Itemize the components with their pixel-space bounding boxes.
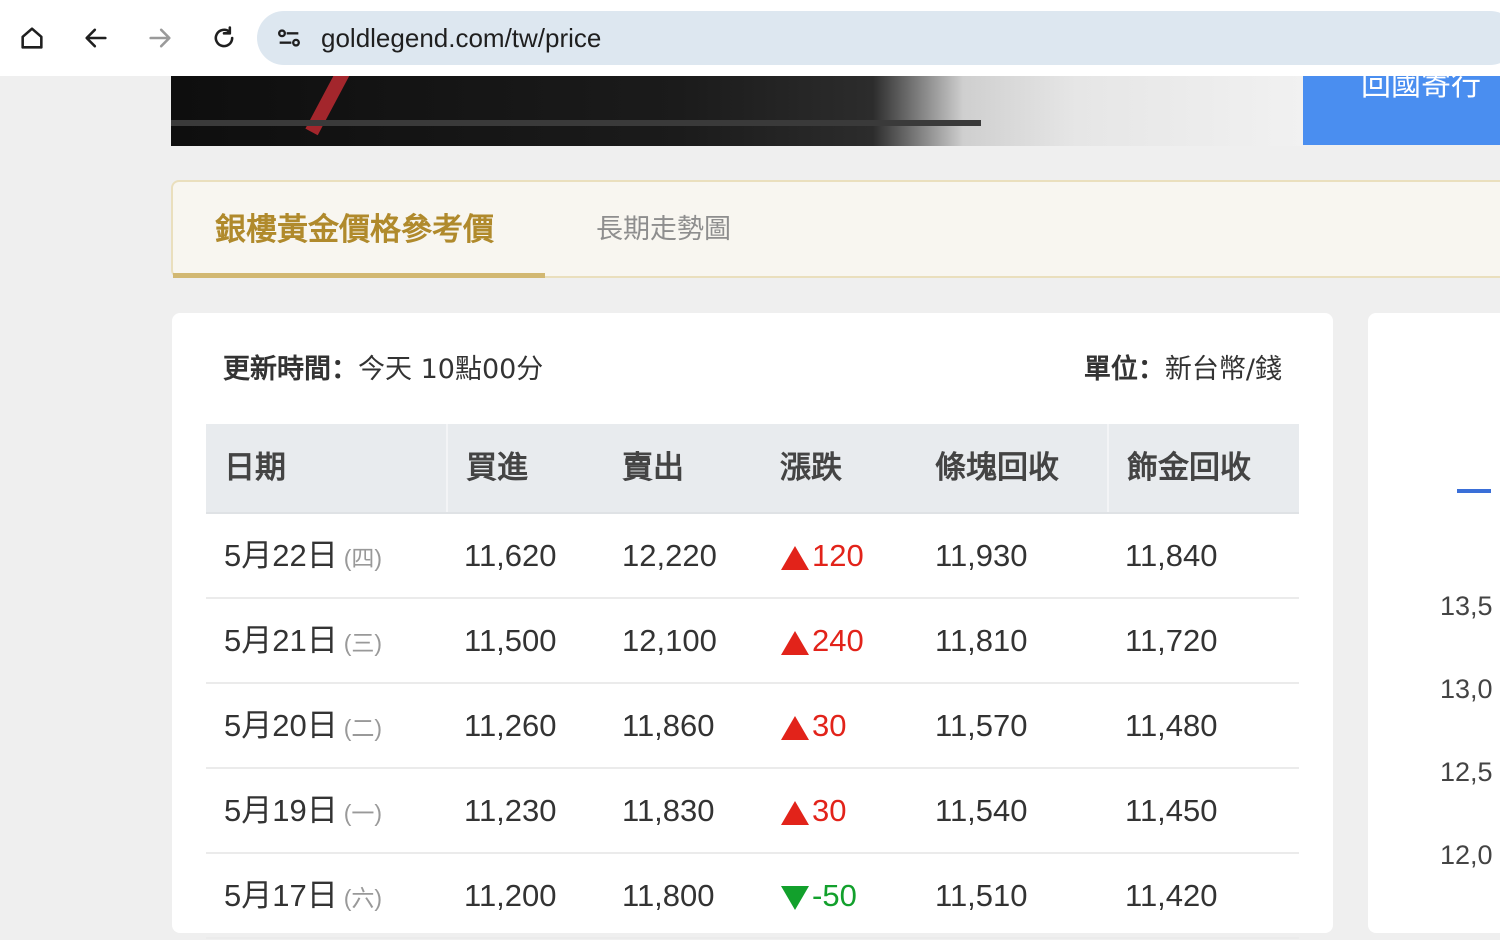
cell-jewelry: 11,450 <box>1125 793 1218 828</box>
change-value: 30 <box>812 708 847 743</box>
weekday-text: (一) <box>343 800 383 826</box>
cell-sell: 11,860 <box>622 708 715 743</box>
legend-line <box>1457 489 1491 493</box>
y-tick-label: 12,0 <box>1440 840 1493 870</box>
cell-change: 120 <box>762 514 917 597</box>
reload-icon <box>214 26 234 48</box>
cell-jewelry: 11,480 <box>1125 708 1218 743</box>
date-text: 5月19日 <box>224 793 338 828</box>
cell-bar: 11,510 <box>935 878 1028 913</box>
weekday-text: (三) <box>343 630 383 656</box>
cell-date: 5月19日 (一) <box>206 769 446 852</box>
back-button[interactable] <box>72 14 120 62</box>
header-jewelry-recycle: 飾金回收 <box>1107 424 1299 512</box>
hero-banner-image <box>171 76 1303 146</box>
weekday-text: (六) <box>343 885 383 911</box>
browser-toolbar: goldlegend.com/tw/price <box>0 0 1500 76</box>
banner-decoration <box>171 120 981 126</box>
change-value: 240 <box>812 623 864 658</box>
date-text: 5月17日 <box>224 878 338 913</box>
change-value: 30 <box>812 793 847 828</box>
side-banner-text: 回國寄行 <box>1361 76 1481 103</box>
table-body: 5月22日 (四) 11,620 12,220 120 11,930 11,840 5月21日… <box>206 514 1299 939</box>
back-icon <box>85 28 107 48</box>
cell-jewelry: 11,420 <box>1125 878 1218 913</box>
header-bar-recycle: 條塊回收 <box>935 450 1059 486</box>
cell-sell: 11,800 <box>622 878 715 913</box>
header-date: 日期 <box>224 450 286 486</box>
header-sell: 賣出 <box>622 450 684 486</box>
y-tick-label: 12,5 <box>1440 757 1493 787</box>
address-bar[interactable]: goldlegend.com/tw/price <box>257 11 1500 65</box>
triangle-down-icon <box>781 885 809 910</box>
cell-change: 240 <box>762 599 917 682</box>
change-value: -50 <box>812 878 857 913</box>
triangle-up-icon <box>781 630 809 655</box>
weekday-text: (四) <box>343 545 383 571</box>
cell-date: 5月22日 (四) <box>206 514 446 597</box>
date-text: 5月20日 <box>224 708 338 743</box>
cell-date: 5月20日 (二) <box>206 684 446 767</box>
triangle-up-icon <box>781 715 809 740</box>
tab-long-term-chart[interactable]: 長期走勢圖 <box>596 182 731 278</box>
y-tick-label: 13,0 <box>1440 674 1493 704</box>
table-row: 5月17日 (六) 11,200 11,800 -50 11,510 11,420 <box>206 854 1299 939</box>
cell-date: 5月21日 (三) <box>206 599 446 682</box>
forward-icon <box>149 28 171 48</box>
header-change: 漲跌 <box>780 450 842 486</box>
table-row: 5月22日 (四) 11,620 12,220 120 11,930 11,840 <box>206 514 1299 599</box>
cell-jewelry: 11,840 <box>1125 538 1218 573</box>
table-row: 5月19日 (一) 11,230 11,830 30 11,540 11,450 <box>206 769 1299 854</box>
banner-decoration <box>305 76 351 136</box>
cell-bar: 11,930 <box>935 538 1028 573</box>
cell-change: -50 <box>762 854 917 937</box>
table-row: 5月20日 (二) 11,260 11,860 30 11,570 11,480 <box>206 684 1299 769</box>
trend-chart-card: 13,5 13,0 12,5 12,0 <box>1368 313 1500 933</box>
cell-sell: 11,830 <box>622 793 715 828</box>
price-card: 更新時間：今天 10點00分 單位：新台幣/錢 日期 買進 賣出 漲跌 條塊回收… <box>172 313 1333 939</box>
price-table: 日期 買進 賣出 漲跌 條塊回收 飾金回收 5月22日 (四) 11,620 12,2… <box>206 424 1299 939</box>
url-text[interactable]: goldlegend.com/tw/price <box>321 11 601 65</box>
cell-bar: 11,810 <box>935 623 1028 658</box>
reload-button[interactable] <box>200 14 248 62</box>
y-tick-label: 13,5 <box>1440 591 1493 621</box>
cell-sell: 12,220 <box>622 538 717 573</box>
cell-jewelry: 11,720 <box>1125 623 1218 658</box>
home-button[interactable] <box>8 14 56 62</box>
table-row: 5月21日 (三) 11,500 12,100 240 11,810 11,720 <box>206 599 1299 684</box>
site-settings-icon[interactable] <box>275 24 303 52</box>
date-text: 5月22日 <box>224 538 338 573</box>
cell-change: 30 <box>762 769 917 852</box>
cell-bar: 11,540 <box>935 793 1028 828</box>
triangle-up-icon <box>781 800 809 825</box>
tab-reference-price[interactable]: 銀樓黃金價格參考價 <box>173 182 545 278</box>
table-header: 日期 買進 賣出 漲跌 條塊回收 飾金回收 <box>206 424 1299 514</box>
unit-info: 單位：新台幣/錢 <box>1084 347 1282 386</box>
update-time-value: 今天 10點00分 <box>358 354 544 385</box>
cell-bar: 11,570 <box>935 708 1028 743</box>
cell-buy: 11,500 <box>464 623 557 658</box>
cell-buy: 11,230 <box>464 793 557 828</box>
unit-value: 新台幣/錢 <box>1164 354 1282 385</box>
triangle-up-icon <box>781 545 809 570</box>
weekday-text: (二) <box>343 715 383 741</box>
cell-sell: 12,100 <box>622 623 717 658</box>
price-tabs: 銀樓黃金價格參考價 長期走勢圖 <box>171 180 1500 278</box>
cell-change: 30 <box>762 684 917 767</box>
update-time: 更新時間：今天 10點00分 <box>223 347 543 386</box>
cell-date: 5月17日 (六) <box>206 854 446 937</box>
forward-button[interactable] <box>136 14 184 62</box>
cell-buy: 11,200 <box>464 878 557 913</box>
side-banner[interactable]: 回國寄行 <box>1303 76 1500 145</box>
update-time-label: 更新時間： <box>223 354 358 385</box>
change-value: 120 <box>812 538 864 573</box>
home-icon <box>21 27 43 49</box>
cell-buy: 11,260 <box>464 708 557 743</box>
date-text: 5月21日 <box>224 623 338 658</box>
header-buy: 買進 <box>446 424 604 512</box>
cell-buy: 11,620 <box>464 538 557 573</box>
unit-label: 單位： <box>1083 354 1165 385</box>
